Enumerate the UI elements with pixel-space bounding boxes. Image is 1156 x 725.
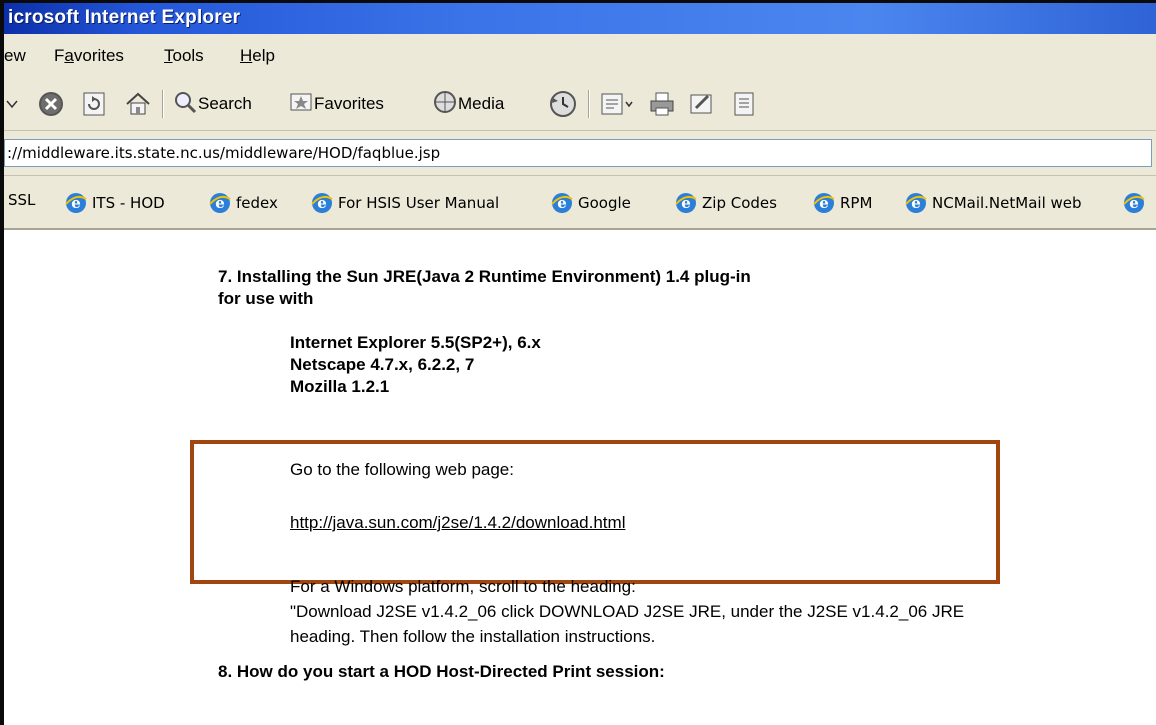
refresh-icon[interactable] xyxy=(80,88,108,120)
link-label: Google xyxy=(578,194,631,212)
menu-help[interactable]: Help xyxy=(240,46,275,66)
link-label: fedex xyxy=(236,194,278,212)
instruction-line: heading. Then follow the installation in… xyxy=(290,627,656,646)
favorites-star-icon xyxy=(288,89,314,120)
favorites-label: Favorites xyxy=(314,94,384,113)
link-label: ITS - HOD xyxy=(92,194,165,212)
link-overflow[interactable]: e xyxy=(1122,191,1150,215)
home-icon[interactable] xyxy=(124,88,152,120)
link-ncmail-netmail[interactable]: e NCMail.NetMail web xyxy=(904,191,1082,215)
stop-icon[interactable] xyxy=(36,88,66,120)
media-icon xyxy=(432,89,458,120)
edit-icon[interactable] xyxy=(688,88,716,120)
ie-page-icon: e xyxy=(550,191,574,215)
link-google[interactable]: e Google xyxy=(550,191,631,215)
instruction-line: "Download J2SE v1.4.2_06 click DOWNLOAD … xyxy=(290,602,965,621)
page-content: 7. Installing the Sun JRE(Java 2 Runtime… xyxy=(4,232,1156,725)
menu-bar: ew Favorites Tools Help xyxy=(4,34,1156,79)
window-frame-left xyxy=(0,0,4,725)
menu-tools[interactable]: Tools xyxy=(164,46,204,66)
faq-heading-7-line2: for use with xyxy=(218,289,314,308)
ie-page-icon: e xyxy=(208,191,232,215)
link-its-hod[interactable]: e ITS - HOD xyxy=(64,191,165,215)
link-label: SSL xyxy=(8,191,36,209)
link-ssl[interactable]: SSL xyxy=(8,191,35,209)
media-label: Media xyxy=(458,94,505,113)
address-input[interactable]: ://middleware.its.state.nc.us/middleware… xyxy=(4,139,1152,167)
faq-heading-7-line1: 7. Installing the Sun JRE(Java 2 Runtime… xyxy=(218,267,751,286)
menu-view[interactable]: ew xyxy=(4,46,26,66)
search-button[interactable]: Search xyxy=(172,88,252,120)
faq-heading-7: 7. Installing the Sun JRE(Java 2 Runtime… xyxy=(218,266,751,310)
address-bar: ://middleware.its.state.nc.us/middleware… xyxy=(4,131,1156,176)
print-icon[interactable] xyxy=(648,88,676,120)
browser-item: Mozilla 1.2.1 xyxy=(290,377,390,396)
links-bar: SSL e ITS - HOD e fedex e For HSIS User … xyxy=(4,176,1156,230)
ie-page-icon: e xyxy=(64,191,88,215)
ie-page-icon: e xyxy=(904,191,928,215)
browser-list: Internet Explorer 5.5(SP2+), 6.x Netscap… xyxy=(290,332,541,398)
search-label: Search xyxy=(198,94,252,113)
standard-toolbar: Search Favorites Media xyxy=(4,78,1156,131)
ie-page-icon: e xyxy=(1122,191,1146,215)
title-bar[interactable]: icrosoft Internet Explorer xyxy=(0,0,1156,34)
window-title: icrosoft Internet Explorer xyxy=(8,7,241,28)
instruction-line: For a Windows platform, scroll to the he… xyxy=(290,577,636,596)
link-label: RPM xyxy=(840,194,873,212)
faq-heading-8: 8. How do you start a HOD Host-Directed … xyxy=(218,662,665,681)
download-link[interactable]: http://java.sun.com/j2se/1.4.2/download.… xyxy=(290,513,625,533)
goto-text: Go to the following web page: xyxy=(290,460,514,479)
link-hsis-user-manual[interactable]: e For HSIS User Manual xyxy=(310,191,499,215)
media-button[interactable]: Media xyxy=(432,88,504,120)
browser-item: Netscape 4.7.x, 6.2.2, 7 xyxy=(290,355,475,374)
search-icon xyxy=(172,89,198,120)
toolbar-separator xyxy=(162,90,164,118)
link-label: For HSIS User Manual xyxy=(338,194,500,212)
ie-page-icon: e xyxy=(812,191,836,215)
back-dropdown-icon[interactable] xyxy=(6,88,26,120)
link-fedex[interactable]: e fedex xyxy=(208,191,278,215)
mail-icon[interactable] xyxy=(600,88,634,120)
menu-favorites[interactable]: Favorites xyxy=(54,46,124,66)
ie-page-icon: e xyxy=(310,191,334,215)
link-label: NCMail.NetMail web xyxy=(932,194,1082,212)
browser-item: Internet Explorer 5.5(SP2+), 6.x xyxy=(290,333,541,352)
discuss-icon[interactable] xyxy=(730,88,758,120)
toolbar-separator xyxy=(588,90,590,118)
link-label: Zip Codes xyxy=(702,194,777,212)
link-zip-codes[interactable]: e Zip Codes xyxy=(674,191,777,215)
favorites-button[interactable]: Favorites xyxy=(288,88,384,120)
history-icon[interactable] xyxy=(548,88,578,120)
instructions: For a Windows platform, scroll to the he… xyxy=(290,574,1150,649)
browser-chrome: icrosoft Internet Explorer ew Favorites … xyxy=(0,0,1156,232)
ie-page-icon: e xyxy=(674,191,698,215)
link-rpm[interactable]: e RPM xyxy=(812,191,872,215)
